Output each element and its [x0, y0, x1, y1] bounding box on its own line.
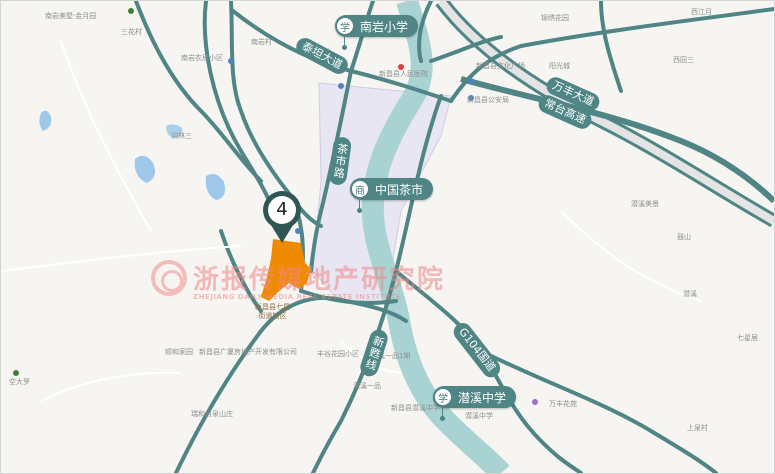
map-label: 南岩美墅·金月园 — [45, 12, 97, 20]
map-label: 潜溪美景 — [631, 200, 659, 208]
watermark: 浙报传媒地产研究院 ZHEJIANG DAILY MEDIA REAL ESTA… — [151, 259, 446, 301]
map-label: 新昌县广厦房地产开发有限公司 — [199, 348, 297, 356]
map-label: 西江月 — [691, 8, 712, 16]
poi-label: 中国茶市 — [375, 182, 424, 197]
poi-label: 南岩小学 — [360, 19, 409, 34]
map-label: 羽林三 — [171, 132, 192, 140]
school-badge-icon: 学 — [434, 388, 452, 406]
pond-1 — [39, 110, 52, 131]
map-label: 鼓山 — [677, 233, 691, 241]
pond-3 — [205, 174, 225, 200]
map-label: 潜溪中学 — [465, 412, 493, 420]
map-label: 三花村 — [121, 28, 142, 36]
map-label: 新昌县人民医院 — [379, 70, 428, 78]
map-label: 阳光城 — [549, 62, 570, 70]
map-label: 瑞和月泉山庄 — [191, 410, 233, 418]
map-label: 新昌县潜溪中学 — [391, 404, 440, 412]
district-label: 新昌县七星 街道辖区 — [255, 303, 290, 320]
map-label: 上泉村 — [687, 424, 708, 432]
map-label: 丰谷花园小区 — [317, 350, 359, 358]
map-label: 南岩农居小区 — [181, 54, 223, 62]
shop-badge-icon: 商 — [351, 180, 369, 198]
watermark-logo-icon — [151, 259, 187, 296]
pond-2 — [134, 155, 155, 183]
map-label: 潜溪 — [683, 290, 697, 298]
watermark-subtext: ZHEJIANG DAILY MEDIA REAL ESTATE INSTITU… — [193, 293, 402, 301]
map-label: 南岩村 — [251, 38, 272, 46]
map-label: 锦绣花园 — [541, 14, 569, 22]
map-canvas[interactable]: 南岩美墅·金月园 三花村 南岩农居小区 羽林三 锦绣花园 西江月 新昌县文化广场… — [0, 0, 775, 474]
map-label: 潜溪一品 — [353, 382, 381, 390]
poi-label: 潜溪中学 — [458, 390, 507, 405]
map-label: 空大罗 — [9, 378, 30, 386]
poi-school-nanyan[interactable]: 学 南岩小学 — [335, 15, 419, 50]
poi-market-chashi[interactable]: 商 中国茶市 — [350, 178, 434, 213]
map-label: 新昌县文化广场 — [476, 62, 525, 70]
map-label: 顺和家园 — [165, 348, 193, 356]
poi-school-qianxi[interactable]: 学 潜溪中学 — [433, 386, 517, 421]
map-label: 七星居 — [737, 334, 758, 342]
map-label: 西园三 — [673, 56, 694, 64]
location-marker[interactable]: 4 — [263, 191, 301, 243]
map-label: 万丰花苑 — [549, 400, 577, 408]
marker-number: 4 — [276, 199, 288, 220]
school-badge-icon: 学 — [336, 17, 354, 35]
map-label: 新昌县公安局 — [467, 96, 509, 104]
watermark-text: 浙报传媒地产研究院 — [193, 265, 446, 295]
